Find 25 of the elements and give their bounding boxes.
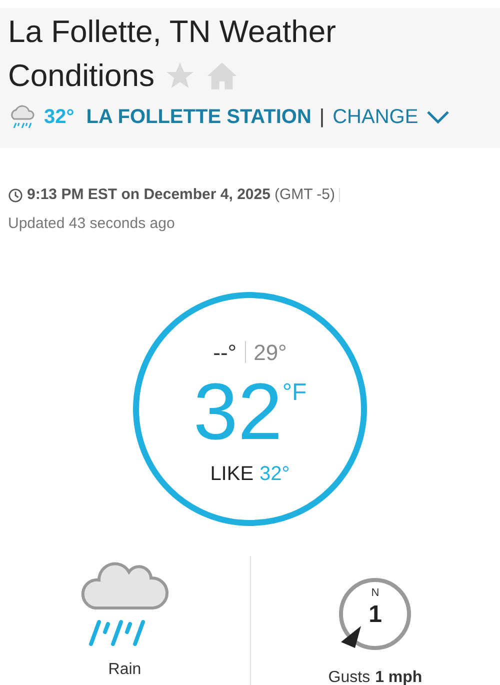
home-icon[interactable] (206, 61, 238, 91)
feels-like-label: LIKE (210, 462, 254, 486)
rain-cloud-icon (8, 104, 36, 130)
current-temperature: 32 (193, 368, 282, 454)
station-temperature: 32° (44, 105, 74, 130)
feels-like-temperature: 32° (260, 462, 290, 486)
condition-label: Rain (108, 660, 142, 680)
updated-text: Updated 43 seconds ago (8, 214, 175, 234)
high-temperature: --° (213, 338, 237, 366)
chevron-down-icon (426, 110, 450, 124)
page-title: La Follette, TN Weather (8, 14, 336, 49)
station-name[interactable]: LA FOLLETTE STATION (86, 102, 312, 132)
separator: | (319, 105, 325, 130)
low-temperature: 29° (254, 338, 287, 366)
wind-direction: N (371, 586, 380, 601)
timezone: (GMT -5) (274, 185, 336, 205)
observation-time: 9:13 PM EST on December 4, 2025 (27, 185, 270, 205)
page-title: Conditions (8, 57, 154, 95)
clock-icon (8, 188, 23, 203)
compass-icon (337, 576, 414, 652)
wind-speed: 1 (368, 602, 382, 628)
temperature-unit: °F (282, 378, 307, 408)
change-button[interactable]: CHANGE (332, 102, 450, 132)
gusts-value: 1 mph (375, 668, 422, 685)
gusts-label: Gusts (328, 668, 370, 685)
